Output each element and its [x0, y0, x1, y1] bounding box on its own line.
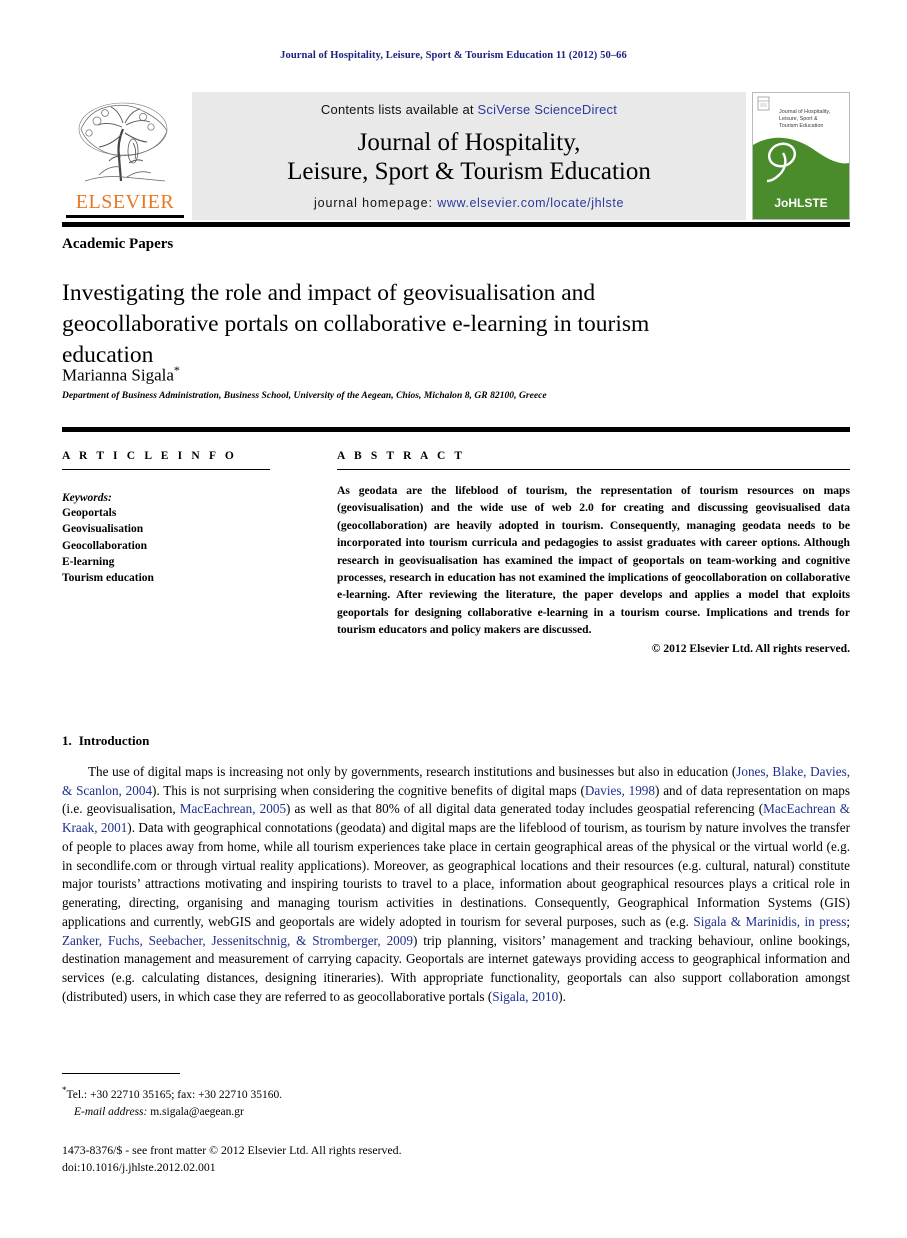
elsevier-tree-icon	[78, 102, 168, 182]
elsevier-logo: ELSEVIER	[62, 92, 188, 220]
keyword-item: Tourism education	[62, 572, 154, 585]
footnote-rule	[62, 1073, 180, 1074]
page-title: Investigating the role and impact of geo…	[62, 279, 650, 368]
svg-text:Leisure, Sport &: Leisure, Sport &	[779, 116, 818, 122]
svg-text:JoHLSTE: JoHLSTE	[774, 196, 827, 210]
issn-line: 1473-8376/$ - see front matter © 2012 El…	[62, 1143, 402, 1157]
homepage-prefix: journal homepage:	[313, 196, 438, 210]
author-affiliation: Department of Business Administration, B…	[62, 391, 547, 401]
article-info-heading: A R T I C L E I N F O	[62, 450, 237, 462]
footnote-email-value[interactable]: m.sigala@aegean.gr	[150, 1106, 244, 1118]
section-number: 1.	[62, 733, 72, 748]
citation-link[interactable]: Zanker, Fuchs, Seebacher, Jessenitschnig…	[62, 933, 413, 948]
introduction-heading: 1. Introduction	[62, 733, 149, 749]
section-title: Introduction	[78, 733, 150, 748]
contents-list-line: Contents lists available at SciVerse Sci…	[321, 102, 617, 117]
citation-link[interactable]: Jones, Blake, Davies, & Scanlon, 2004	[62, 764, 850, 798]
journal-cover-thumbnail: Journal of Hospitality, Leisure, Sport &…	[752, 92, 850, 220]
footnote-email-line: E-mail address: m.sigala@aegean.gr	[62, 1104, 662, 1121]
journal-cover-artwork: Journal of Hospitality, Leisure, Sport &…	[753, 93, 849, 219]
contents-prefix: Contents lists available at	[320, 102, 478, 117]
author-footnote-marker[interactable]: *	[174, 363, 180, 377]
abstract-body: As geodata are the lifeblood of tourism,…	[337, 484, 850, 637]
keywords-label: Keywords:	[62, 492, 112, 504]
citation-link[interactable]: Sigala & Marinidis, in press	[693, 914, 846, 929]
elsevier-wordmark: ELSEVIER	[75, 191, 175, 213]
masthead-center: Contents lists available at SciVerse Sci…	[192, 92, 746, 220]
abstract-top-rule	[62, 427, 850, 432]
keyword-item: Geoportals	[62, 507, 117, 519]
author-label: Marianna Sigala	[62, 365, 174, 385]
journal-masthead: ELSEVIER Contents lists available at Sci…	[62, 92, 850, 220]
elsevier-underline	[66, 215, 184, 218]
imprint-block: 1473-8376/$ - see front matter © 2012 El…	[62, 1142, 662, 1176]
journal-homepage-line: journal homepage: www.elsevier.com/locat…	[314, 196, 624, 210]
paper-category-label: Academic Papers	[62, 236, 174, 252]
journal-title-line-1: Journal of Hospitality,	[357, 128, 581, 156]
doi-line: doi:10.1016/j.jhlste.2012.02.001	[62, 1159, 216, 1174]
abstract-copyright: © 2012 Elsevier Ltd. All rights reserved…	[651, 641, 850, 655]
article-info-underline	[62, 469, 270, 470]
citation-link[interactable]: Sigala, 2010	[492, 989, 558, 1004]
article-first-page: Journal of Hospitality, Leisure, Sport &…	[0, 0, 907, 1238]
article-info-column: A R T I C L E I N F O Keywords: Geoporta…	[62, 450, 270, 587]
author-name: Marianna Sigala*	[62, 363, 180, 386]
journal-title: Journal of Hospitality, Leisure, Sport &…	[287, 128, 651, 186]
sciencedirect-link[interactable]: SciVerse ScienceDirect	[478, 102, 618, 117]
footnote-tel: Tel.: +30 22710 35165; fax: +30 22710 35…	[66, 1088, 283, 1101]
citation-link[interactable]: MacEachrean, 2005	[180, 801, 286, 816]
keyword-item: Geovisualisation	[62, 523, 144, 536]
abstract-underline	[337, 469, 850, 470]
masthead-bottom-rule	[62, 222, 850, 227]
keyword-item: E-learning	[62, 555, 115, 568]
svg-text:Journal of Hospitality,: Journal of Hospitality,	[779, 109, 831, 115]
journal-homepage-link[interactable]: www.elsevier.com/locate/jhlste	[437, 196, 624, 210]
footnote-block: *Tel.: +30 22710 35165; fax: +30 22710 3…	[62, 1084, 662, 1121]
introduction-paragraph: The use of digital maps is increasing no…	[62, 764, 850, 1004]
svg-text:Tourism Education: Tourism Education	[779, 123, 823, 129]
abstract-column: A B S T R A C T As geodata are the lifeb…	[337, 450, 850, 655]
citation-link[interactable]: Davies, 1998	[585, 783, 655, 798]
abstract-heading: A B S T R A C T	[337, 450, 466, 462]
journal-title-line-2: Leisure, Sport & Tourism Education	[287, 157, 651, 185]
footnote-email-label: E-mail address:	[74, 1106, 148, 1119]
keyword-item: Geocollaboration	[62, 539, 147, 552]
running-head: Journal of Hospitality, Leisure, Sport &…	[280, 50, 627, 61]
